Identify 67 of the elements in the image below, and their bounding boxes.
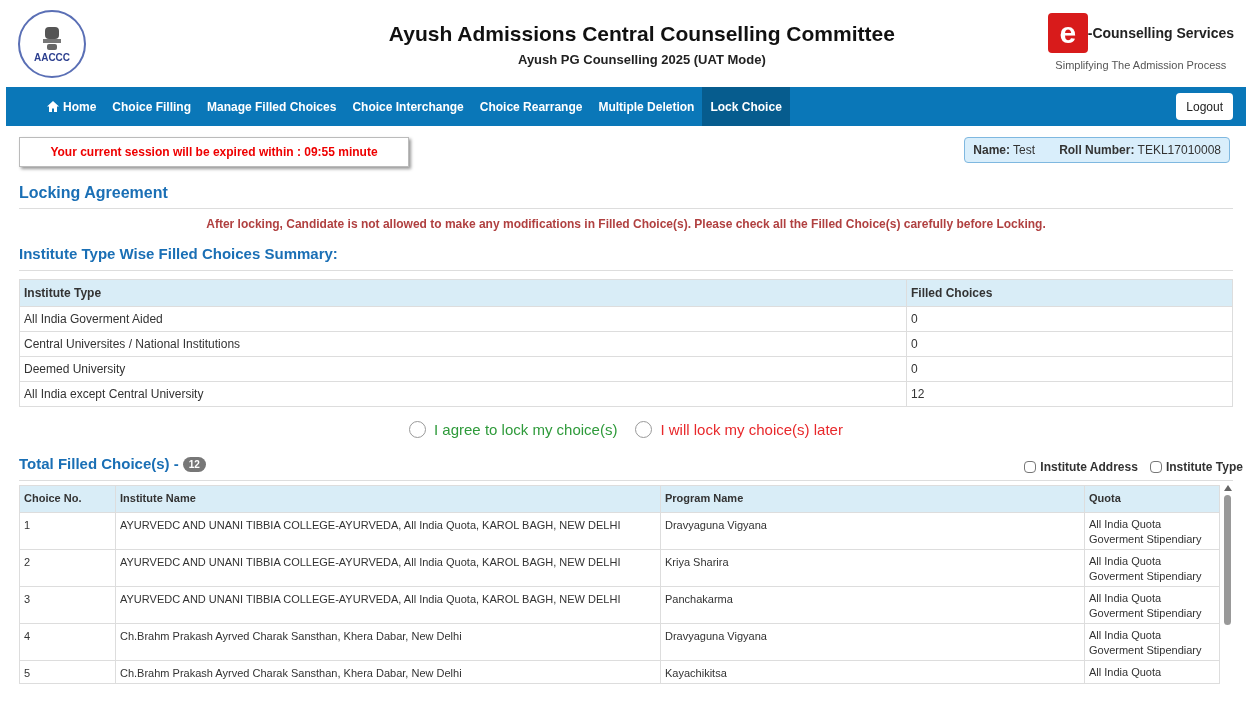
table-cell: Panchakarma [660, 586, 1085, 623]
site-title: Ayush Admissions Central Counselling Committee [388, 21, 895, 47]
table-cell: 3 [19, 586, 116, 623]
table-cell: AYURVEDC AND UNANI TIBBIA COLLEGE-AYURVEDA, All India Quota, KAROL BAGH, NEW DELHI [115, 586, 661, 623]
table-cell: 0 [906, 331, 1233, 356]
checkbox[interactable] [1149, 460, 1162, 473]
brand-logo: e [1047, 13, 1088, 54]
radio-button[interactable] [409, 421, 426, 439]
column-header: Quota [1084, 485, 1220, 512]
home-icon [47, 101, 59, 112]
table-cell: Dravyaguna Vigyana [660, 512, 1085, 549]
column-toggle[interactable]: Institute Type [1149, 457, 1243, 476]
table-cell: Kriya Sharira [660, 549, 1085, 586]
table-cell: Kayachikitsa [660, 660, 1085, 684]
column-toggle[interactable]: Institute Address [1024, 457, 1138, 476]
radio-option[interactable]: I will lock my choice(s) later [635, 418, 843, 441]
brand-tagline: Simplifying The Admission Process [1055, 58, 1227, 74]
section-heading: Locking Agreement [19, 181, 1233, 209]
table-cell: Deemed University [19, 356, 907, 381]
table-cell: 1 [19, 512, 116, 549]
logout-button[interactable]: Logout [1176, 93, 1233, 120]
column-header: Program Name [660, 485, 1085, 512]
nav-link[interactable]: Multiple Deletion [590, 87, 703, 126]
table-cell: 5 [19, 660, 116, 684]
table-cell: 0 [906, 306, 1233, 331]
column-header: Institute Type [19, 279, 907, 306]
checkbox[interactable] [1024, 460, 1037, 473]
table-cell: AYURVEDC AND UNANI TIBBIA COLLEGE-AYURVEDA, All India Quota, KAROL BAGH, NEW DELHI [115, 549, 661, 586]
candidate-name: Name: Test [973, 142, 1036, 159]
table-cell: All India Quota Goverment Stipendiary [1084, 512, 1220, 549]
table-cell: All India Quota Goverment Stipendiary [1084, 623, 1220, 660]
radio-option[interactable]: I agree to lock my choice(s) [409, 418, 618, 441]
table-cell: All India except Central University [19, 381, 907, 406]
table-cell: Dravyaguna Vigyana [660, 623, 1085, 660]
table-cell: All India Quota Goverment Stipendiary [1084, 586, 1220, 623]
nav-link[interactable]: Home [39, 87, 105, 126]
table-cell: 2 [19, 549, 116, 586]
table-cell: All India Quota Goverment Stipendiary [1084, 549, 1220, 586]
emblem-icon [41, 24, 63, 53]
table-cell: All India Quota [1084, 660, 1220, 684]
count-badge: 12 [182, 456, 206, 472]
session-notice: Your current session will be expired within : 09:55 minute [19, 137, 409, 167]
roll-number: Roll Number: TEKL17010008 [1059, 142, 1221, 159]
table-cell: AYURVEDC AND UNANI TIBBIA COLLEGE-AYURVEDA, All India Quota, KAROL BAGH, NEW DELHI [115, 512, 661, 549]
nav-link[interactable]: Choice Rearrange [471, 87, 591, 126]
summary-heading: Institute Type Wise Filled Choices Summary: [19, 243, 1233, 271]
table-cell: 0 [906, 356, 1233, 381]
table-cell: Ch.Brahm Prakash Ayrved Charak Sansthan, Khera Dabar, New Delhi [115, 660, 661, 684]
nav-link[interactable]: Choice Filling [104, 87, 199, 126]
scroll-up-icon[interactable] [1223, 484, 1232, 491]
nav-link[interactable]: Choice Interchange [344, 87, 472, 126]
nav-link[interactable]: Manage Filled Choices [199, 87, 345, 126]
radio-button[interactable] [635, 421, 653, 439]
site-subtitle: Ayush PG Counselling 2025 (UAT Mode) [518, 50, 766, 69]
choices-heading: Total Filled Choice(s) - [19, 454, 179, 474]
table-cell: 12 [906, 381, 1233, 406]
column-header: Choice No. [19, 485, 116, 512]
table-cell: Central Universites / National Institutions [19, 331, 907, 356]
table-cell: Ch.Brahm Prakash Ayrved Charak Sansthan, Khera Dabar, New Delhi [115, 623, 661, 660]
logo-text: AACCC [33, 52, 71, 63]
warning-message: After locking, Candidate is not allowed to make any modifications in Filled Choice(s). Please check all the Filled Choice(s) carefully before Locking. [205, 216, 1047, 233]
column-header: Institute Name [115, 485, 661, 512]
column-header: Filled Choices [906, 279, 1233, 306]
table-cell: 4 [19, 623, 116, 660]
nav-link[interactable]: Lock Choice [702, 87, 790, 126]
brand-name: -Counselling Services [1087, 23, 1234, 43]
table-cell: All India Goverment Aided [19, 306, 907, 331]
